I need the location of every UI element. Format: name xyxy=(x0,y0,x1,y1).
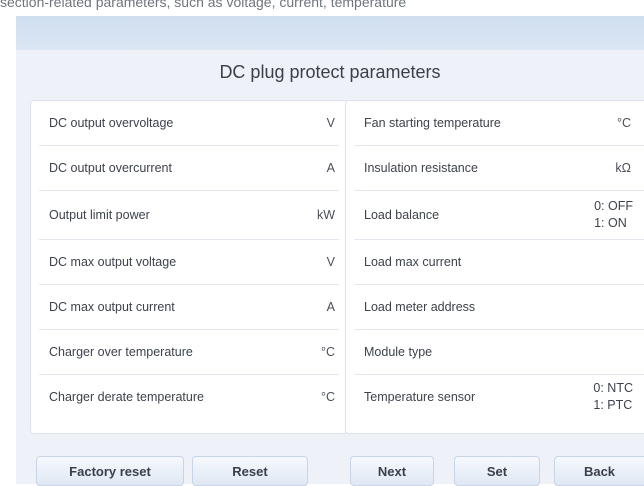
param-label: DC output overcurrent xyxy=(49,161,172,175)
param-row-dc-output-overcurrent[interactable]: DC output overcurrent A xyxy=(39,146,339,191)
param-unit: °C xyxy=(320,390,335,404)
param-options: 0: OFF 1: ON xyxy=(594,198,635,232)
param-label: DC max output current xyxy=(49,300,175,314)
param-row-charger-over-temperature[interactable]: Charger over temperature °C xyxy=(39,330,339,375)
param-unit: kW xyxy=(316,208,335,222)
param-row-dc-output-overvoltage[interactable]: DC output overvoltage V xyxy=(39,101,339,146)
param-row-temperature-sensor[interactable]: Temperature sensor 0: NTC 1: PTC xyxy=(354,375,644,419)
param-label: DC output overvoltage xyxy=(49,116,174,130)
param-row-load-balance[interactable]: Load balance 0: OFF 1: ON xyxy=(354,191,644,240)
param-row-load-max-current[interactable]: Load max current xyxy=(354,240,644,285)
device-screen: DC plug protect parameters DC output ove… xyxy=(16,16,644,486)
param-label: Charger derate temperature xyxy=(49,390,204,404)
param-unit: °C xyxy=(616,116,631,130)
param-unit: °C xyxy=(320,345,335,359)
next-button[interactable]: Next xyxy=(350,456,434,486)
param-row-dc-max-output-voltage[interactable]: DC max output voltage V xyxy=(39,240,339,285)
factory-reset-button[interactable]: Factory reset xyxy=(36,456,184,486)
param-row-insulation-resistance[interactable]: Insulation resistance kΩ xyxy=(354,146,644,191)
left-parameter-panel: DC output overvoltage V DC output overcu… xyxy=(30,100,348,434)
param-label: Charger over temperature xyxy=(49,345,193,359)
right-parameter-panel: Fan starting temperature °C Insulation r… xyxy=(345,100,644,434)
param-label: Load meter address xyxy=(364,300,476,314)
option-ntc: 0: NTC xyxy=(593,381,633,395)
param-row-fan-starting-temperature[interactable]: Fan starting temperature °C xyxy=(354,101,644,146)
option-on: 1: ON xyxy=(594,216,627,230)
option-ptc: 1: PTC xyxy=(593,398,633,412)
param-row-load-meter-address[interactable]: Load meter address xyxy=(354,285,644,330)
param-row-module-type[interactable]: Module type xyxy=(354,330,644,375)
top-band xyxy=(16,16,644,50)
param-unit: V xyxy=(326,116,335,130)
param-label: Load max current xyxy=(364,255,462,269)
param-label: Fan starting temperature xyxy=(364,116,501,130)
param-label: DC max output voltage xyxy=(49,255,177,269)
param-label: Temperature sensor xyxy=(364,390,476,404)
option-off: 0: OFF xyxy=(594,199,633,213)
back-button[interactable]: Back xyxy=(554,456,644,486)
param-label: Load balance xyxy=(364,208,440,222)
param-unit: A xyxy=(326,161,335,175)
param-label: Insulation resistance xyxy=(364,161,478,175)
param-row-output-limit-power[interactable]: Output limit power kW xyxy=(39,191,339,240)
param-unit: A xyxy=(326,300,335,314)
param-unit: V xyxy=(326,255,335,269)
page-title: DC plug protect parameters xyxy=(219,62,441,82)
param-unit: kΩ xyxy=(615,161,631,175)
param-row-dc-max-output-current[interactable]: DC max output current A xyxy=(39,285,339,330)
top-caption: section-related parameters, such as volt… xyxy=(0,0,407,10)
reset-button[interactable]: Reset xyxy=(192,456,308,486)
set-button[interactable]: Set xyxy=(454,456,540,486)
param-options: 0: NTC 1: PTC xyxy=(593,380,635,414)
param-label: Output limit power xyxy=(49,208,150,222)
param-label: Module type xyxy=(364,345,433,359)
param-row-charger-derate-temperature[interactable]: Charger derate temperature °C xyxy=(39,375,339,419)
